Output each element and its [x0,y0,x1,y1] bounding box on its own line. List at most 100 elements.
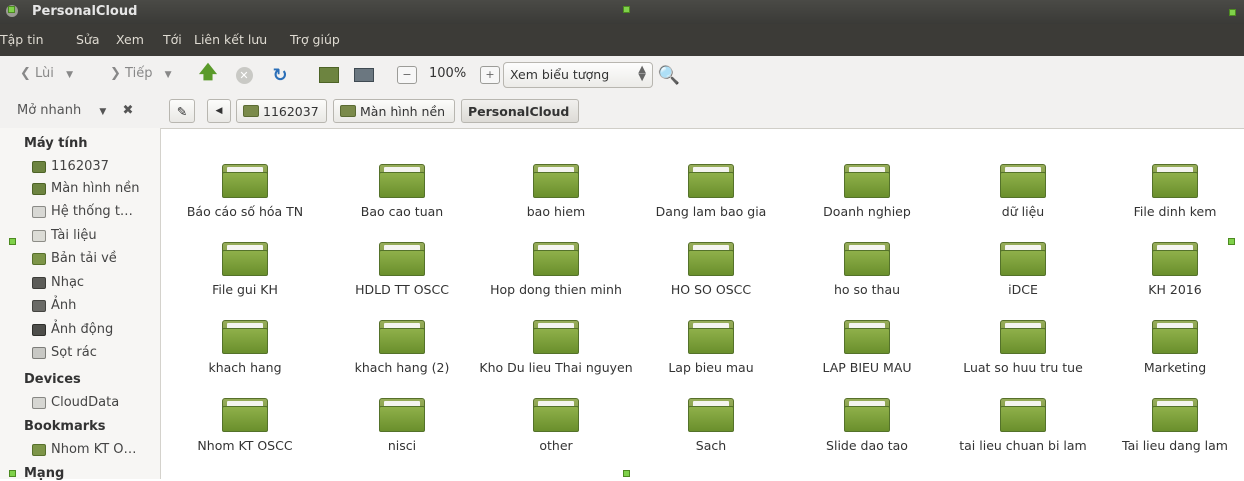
folder-item[interactable]: KH 2016 [1098,222,1244,300]
folder-item[interactable]: HO SO OSCC [634,222,788,300]
chevron-left-icon: ◀ [215,106,223,116]
folder-label: other [539,438,573,453]
sidebar-item-documents[interactable]: Tài liệu [32,228,97,243]
sidebar-item-pictures[interactable]: Ảnh [32,298,76,313]
folder-item[interactable]: iDCE [946,222,1100,300]
breadcrumb-label: 1162037 [263,103,319,119]
view-mode-select[interactable]: Xem biểu tượng ▲ ▼ [503,62,653,88]
forward-button[interactable]: ❯ Tiếp ▼ [110,66,172,81]
folder-item[interactable]: File gui KH [168,222,322,300]
resize-handle[interactable] [8,6,15,13]
folder-item[interactable]: LAP BIEU MAU [790,300,944,378]
folder-item[interactable]: Doanh nghiep [790,144,944,222]
computer-button[interactable] [353,64,375,86]
folder-icon [1152,398,1198,432]
sidebar-item-filesystem[interactable]: Hệ thống t… [32,204,133,219]
folder-item[interactable]: khach hang (2) [325,300,479,378]
folder-item[interactable]: Lap bieu mau [634,300,788,378]
sidebar: Máy tính 1162037 Màn hình nền Hệ thống t… [0,128,161,481]
folder-icon [688,320,734,354]
chevron-down-icon: ▼ [164,70,172,80]
resize-handle[interactable] [9,238,16,245]
folder-item[interactable]: bao hiem [479,144,633,222]
sidebar-heading-bookmarks: Bookmarks [24,419,106,434]
breadcrumb-home[interactable]: 1162037 [236,99,327,123]
folder-item[interactable]: HDLD TT OSCC [325,222,479,300]
folder-icon [1152,242,1198,276]
menu-bar: Tập tin Sửa Xem Tới Liên kết lưu Trợ giú… [0,24,1244,56]
folder-icon [379,398,425,432]
sidebar-item-label: Bản tải về [51,251,117,266]
folder-item[interactable]: Marketing [1098,300,1244,378]
breadcrumb-label: Màn hình nền [360,103,446,119]
sidebar-heading-devices: Devices [24,372,81,387]
sidebar-item-downloads[interactable]: Bản tải về [32,251,117,266]
folder-item[interactable]: Bao cao tuan [325,144,479,222]
folder-item[interactable]: File dinh kem [1098,144,1244,222]
resize-handle[interactable] [623,470,630,477]
folder-item[interactable]: Dang lam bao gia [634,144,788,222]
crumb-prev-button[interactable]: ◀ [207,99,231,123]
breadcrumb-personalcloud[interactable]: PersonalCloud [461,99,579,123]
menu-go[interactable]: Tới [163,32,182,47]
location-bar: Mở nhanh ▼ ✖ ✎ ◀ 1162037 Màn hình nền Pe… [0,94,1244,129]
menu-help[interactable]: Trợ giúp [290,32,340,47]
folder-icon [533,164,579,198]
sidebar-item-trash[interactable]: Sọt rác [32,345,97,360]
folder-item[interactable]: Hop dong thien minh [479,222,633,300]
folder-label: Tai lieu dang lam [1122,438,1228,453]
folder-item[interactable]: other [479,378,633,456]
search-icon[interactable]: 🔍 [658,64,680,86]
menu-view[interactable]: Xem [116,32,144,47]
reload-icon[interactable]: ↻ [269,64,291,86]
stop-button[interactable]: ✕ [233,64,255,86]
folder-item[interactable]: ho so thau [790,222,944,300]
folder-item[interactable]: Sach [634,378,788,456]
folder-icon [688,242,734,276]
sidebar-item-home[interactable]: 1162037 [32,159,109,174]
zoom-out-button[interactable]: − [397,66,417,84]
resize-handle[interactable] [1228,238,1235,245]
resize-handle[interactable] [9,470,16,477]
sidebar-item-label: Ảnh [51,298,77,313]
sidebar-item-videos[interactable]: Ảnh động [32,322,113,337]
sidebar-item-label: Nhom KT O… [51,442,137,457]
close-icon[interactable]: ✖ [122,103,133,118]
back-button[interactable]: ❮ Lùi ▼ [20,66,73,81]
folder-item[interactable]: nisci [325,378,479,456]
home-folder-icon [32,160,46,173]
menu-bookmarks[interactable]: Liên kết lưu [194,32,267,47]
folder-label: LAP BIEU MAU [822,360,912,375]
sidebar-item-label: Nhạc [51,275,85,290]
folder-icon [688,398,734,432]
sidebar-item-clouddata[interactable]: CloudData [32,395,119,410]
folder-item[interactable]: Báo cáo số hóa TN [168,144,322,222]
folder-icon [32,443,46,456]
zoom-in-button[interactable]: + [480,66,500,84]
folder-item[interactable]: tai lieu chuan bi lam [946,378,1100,456]
folder-label: Hop dong thien minh [490,282,622,297]
folder-item[interactable]: Nhom KT OSCC [168,378,322,456]
up-arrow-icon[interactable]: 🡅 [197,62,219,86]
sidebar-item-desktop[interactable]: Màn hình nền [32,181,140,196]
folder-item[interactable]: dữ liệu [946,144,1100,222]
folder-item[interactable]: Slide dao tao [790,378,944,456]
folder-label: Nhom KT OSCC [197,438,293,453]
edit-location-button[interactable]: ✎ [169,99,195,123]
resize-handle[interactable] [623,6,630,13]
menu-file[interactable]: Tập tin [0,32,44,47]
folder-item[interactable]: Kho Du lieu Thai nguyen [479,300,633,378]
quick-open-button[interactable]: Mở nhanh ▼ ✖ [17,103,133,118]
folder-icon [1000,398,1046,432]
folder-item[interactable]: Tai lieu dang lam [1098,378,1244,456]
resize-handle[interactable] [1229,9,1236,16]
home-button[interactable] [318,64,340,86]
breadcrumb-desktop[interactable]: Màn hình nền [333,99,455,123]
sidebar-item-music[interactable]: Nhạc [32,275,84,290]
folder-item[interactable]: khach hang [168,300,322,378]
folder-label: nisci [387,438,417,453]
folder-item[interactable]: Luat so huu tru tue [946,300,1100,378]
folder-label: Lap bieu mau [668,360,754,375]
menu-edit[interactable]: Sửa [76,32,100,47]
sidebar-item-bookmark-nhom[interactable]: Nhom KT O… [32,442,137,457]
